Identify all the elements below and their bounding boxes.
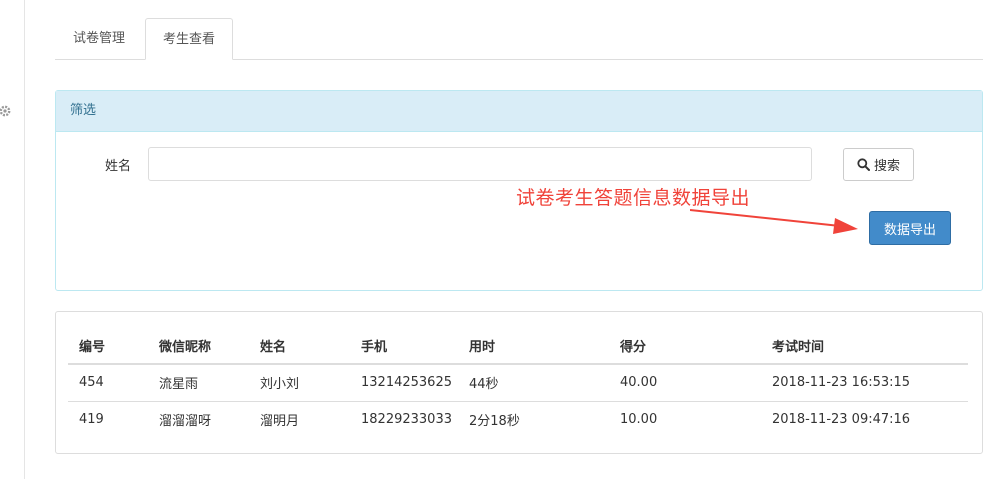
- column-header-score: 得分: [609, 328, 761, 365]
- cell-score: 40.00: [609, 364, 761, 402]
- cell-score: 10.00: [620, 412, 658, 428]
- search-button-label: 搜索: [873, 159, 900, 174]
- cell-nickname: 流星雨: [148, 364, 249, 402]
- column-header-name: 姓名: [249, 328, 350, 365]
- cell-exam-time: 2018-11-23 16:53:15: [761, 364, 968, 402]
- column-header-nickname: 微信昵称: [148, 328, 249, 365]
- cell-id: 419: [79, 412, 104, 428]
- column-header-id: 编号: [68, 328, 148, 365]
- column-header-exam-time: 考试时间: [761, 328, 968, 365]
- cell-exam-time: 2018-11-23 09:47:16: [772, 412, 911, 428]
- name-label: 姓名: [105, 159, 132, 174]
- search-icon: [857, 158, 870, 171]
- tab-candidate-view[interactable]: 考生查看: [145, 18, 233, 60]
- arrow-icon: [690, 209, 858, 234]
- results-table: 编号 微信昵称 姓名 手机 用时 得分 考试时间 454 流星雨 刘小刘 132…: [68, 328, 968, 438]
- cell-name: 溜明月: [260, 414, 300, 430]
- cell-duration: 2分18秒: [469, 414, 520, 430]
- table-row: 419 溜溜溜呀 溜明月 18229233033 2分18秒 10.00 201…: [68, 401, 968, 438]
- name-input[interactable]: [148, 147, 812, 181]
- cell-duration: 44秒: [458, 364, 609, 402]
- cell-name: 刘小刘: [249, 364, 350, 402]
- export-data-button[interactable]: 数据导出: [869, 211, 951, 245]
- cell-phone: 13214253625: [350, 364, 458, 402]
- search-button[interactable]: 搜索: [843, 148, 914, 181]
- tab-exam-management[interactable]: 试卷管理: [55, 18, 143, 60]
- gear-icon[interactable]: [0, 104, 12, 118]
- left-sidebar-rail: [0, 0, 25, 479]
- table-row: 454 流星雨 刘小刘 13214253625 44秒 40.00 2018-1…: [68, 364, 968, 402]
- cell-id: 454: [68, 364, 148, 402]
- cell-phone: 18229233033: [361, 412, 452, 428]
- tab-bar: 试卷管理 考生查看: [55, 18, 983, 60]
- cell-nickname: 溜溜溜呀: [159, 414, 212, 430]
- column-header-duration: 用时: [458, 328, 609, 365]
- results-panel: 编号 微信昵称 姓名 手机 用时 得分 考试时间 454 流星雨 刘小刘 132…: [55, 311, 983, 454]
- column-header-phone: 手机: [350, 328, 458, 365]
- filter-panel-heading: 筛选: [56, 91, 982, 132]
- table-header-row: 编号 微信昵称 姓名 手机 用时 得分 考试时间: [68, 328, 968, 365]
